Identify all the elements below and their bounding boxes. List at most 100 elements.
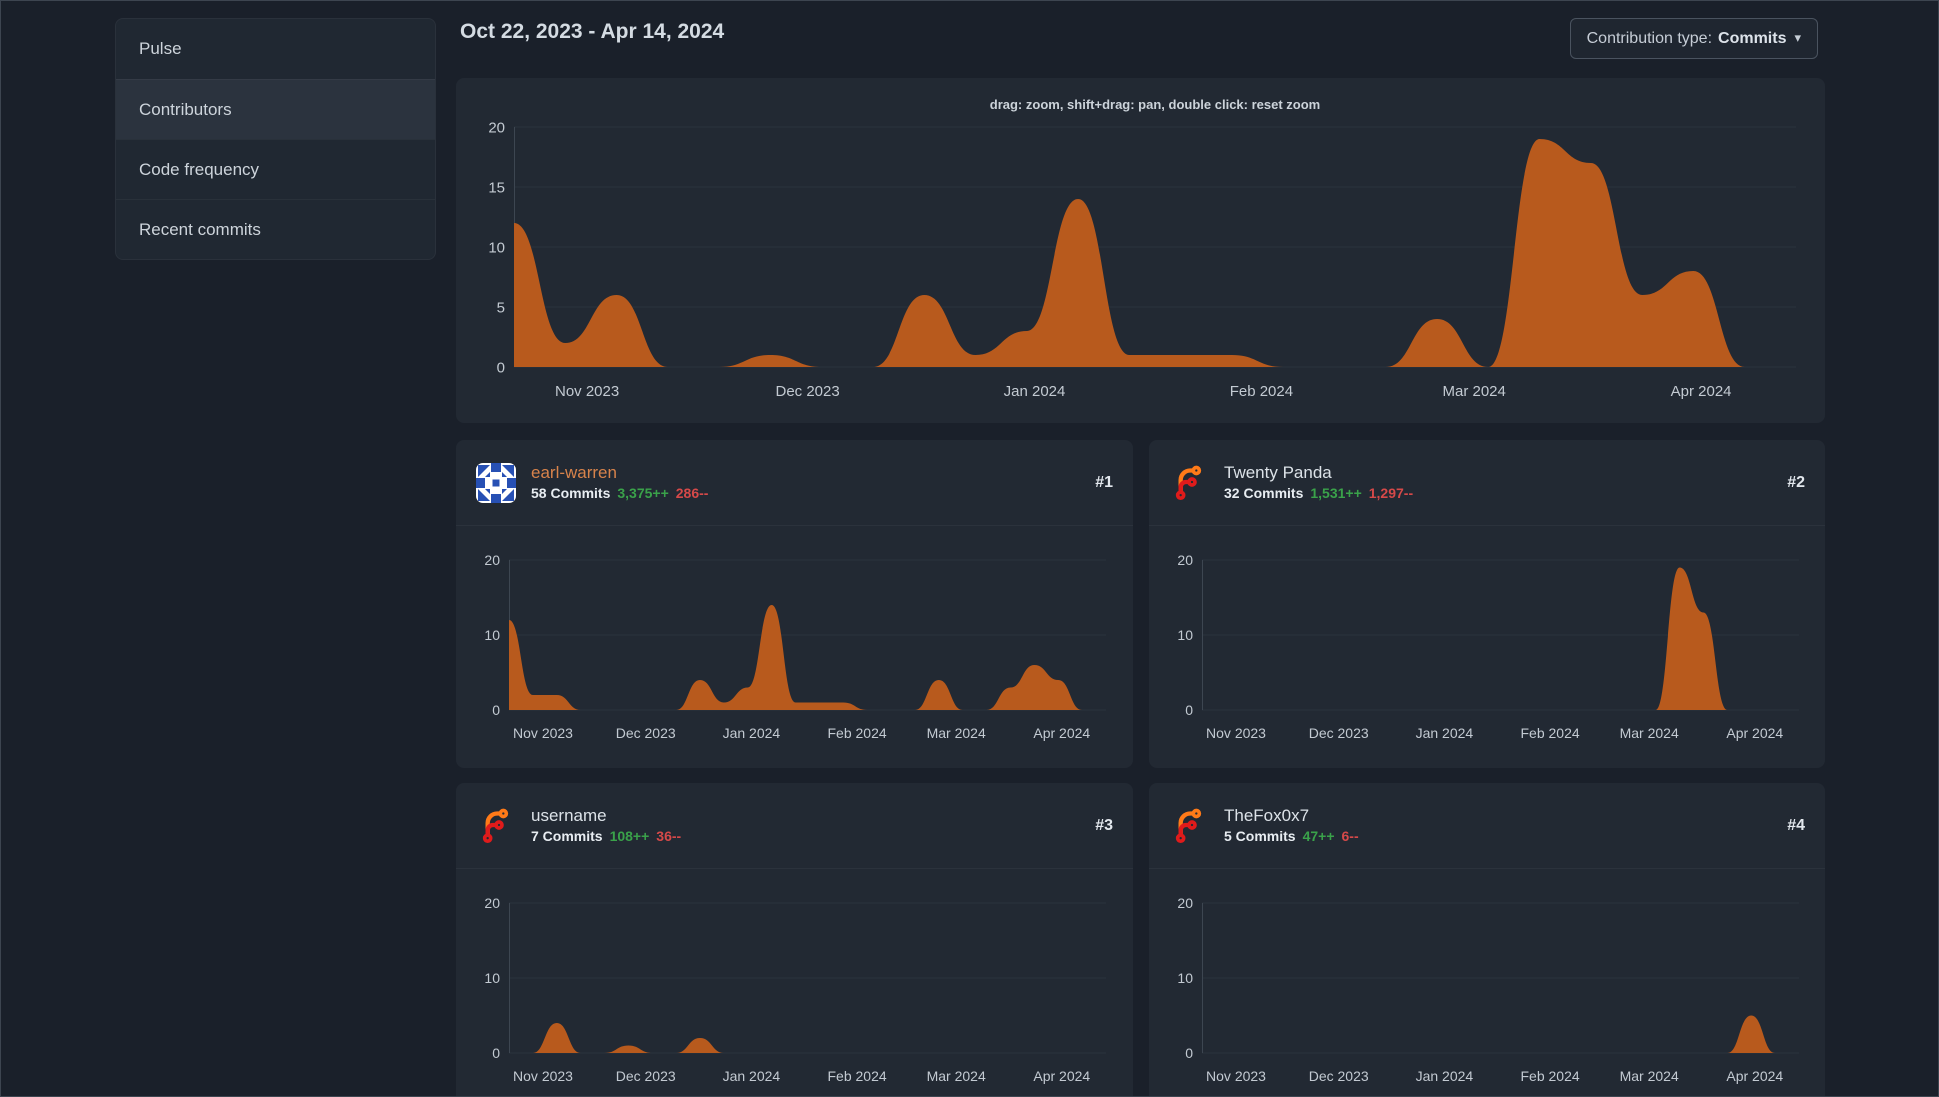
- svg-text:20: 20: [484, 552, 500, 568]
- forgejo-logo-icon: [482, 808, 509, 843]
- contributor-activity-chart[interactable]: 0 10 20 Nov 2023 Dec 2023 Jan 2024 Feb 2024 Mar…: [1149, 526, 1825, 768]
- contributor-activity-chart[interactable]: 0 10 20 Nov 2023 Dec 2023 Jan 2024 Feb 2024 Mar…: [456, 526, 1133, 768]
- commit-count: 5 Commits: [1224, 828, 1296, 845]
- contributor-card: earl-warren 58 Commits 3,375++ 286-- #1 …: [456, 440, 1133, 768]
- contributor-card: TheFox0x7 5 Commits 47++ 6-- #4 0 10 20 Nov…: [1149, 783, 1825, 1097]
- svg-text:Dec 2023: Dec 2023: [616, 725, 676, 741]
- svg-text:Mar 2024: Mar 2024: [1620, 725, 1679, 741]
- sidebar-item-pulse[interactable]: Pulse: [116, 19, 435, 79]
- contributor-avatar: [1169, 463, 1209, 503]
- svg-text:20: 20: [488, 119, 505, 136]
- contributor-rank: #1: [1095, 473, 1113, 491]
- svg-text:Nov 2023: Nov 2023: [555, 383, 619, 400]
- sidebar-item-recent-commits[interactable]: Recent commits: [116, 199, 435, 259]
- contributor-rank: #3: [1095, 816, 1113, 834]
- svg-text:Mar 2024: Mar 2024: [1443, 383, 1506, 400]
- svg-text:20: 20: [1177, 552, 1193, 568]
- contributor-avatar: [476, 462, 516, 503]
- date-range-title: Oct 22, 2023 - Apr 14, 2024: [460, 20, 725, 43]
- contributor-card: username 7 Commits 108++ 36-- #3 0 10 20 No…: [456, 783, 1133, 1097]
- svg-text:Feb 2024: Feb 2024: [1230, 383, 1293, 400]
- contributor-card-header: username 7 Commits 108++ 36-- #3: [456, 783, 1133, 869]
- svg-text:Jan 2024: Jan 2024: [1416, 725, 1474, 741]
- identicon-image: [476, 462, 516, 503]
- contributor-name: Twenty Panda: [1224, 462, 1332, 482]
- sidebar-item-label: Contributors: [139, 99, 232, 119]
- contributor-identity: earl-warren 58 Commits 3,375++ 286--: [531, 463, 708, 501]
- svg-text:0: 0: [497, 359, 505, 376]
- contributor-cards-grid: earl-warren 58 Commits 3,375++ 286-- #1 …: [456, 440, 1825, 1097]
- svg-text:Dec 2023: Dec 2023: [1309, 725, 1369, 741]
- contributor-activity-chart[interactable]: 0 10 20 Nov 2023 Dec 2023 Jan 2024 Feb 2024 Mar…: [456, 869, 1133, 1097]
- additions-count: 3,375++: [617, 485, 669, 502]
- svg-text:10: 10: [484, 627, 500, 643]
- svg-text:Apr 2024: Apr 2024: [1726, 725, 1783, 741]
- contributor-identity: Twenty Panda 32 Commits 1,531++ 1,297--: [1224, 462, 1413, 501]
- svg-text:Jan 2024: Jan 2024: [1416, 1068, 1474, 1084]
- svg-text:20: 20: [484, 895, 500, 911]
- sidebar-item-code-frequency[interactable]: Code frequency: [116, 139, 435, 199]
- deletions-count: 36--: [656, 828, 682, 845]
- svg-text:Apr 2024: Apr 2024: [1033, 1068, 1090, 1084]
- svg-text:Dec 2023: Dec 2023: [775, 383, 839, 400]
- svg-text:20: 20: [1177, 895, 1193, 911]
- additions-count: 108++: [609, 828, 650, 845]
- sidebar-item-label: Code frequency: [139, 159, 260, 179]
- contribution-type-value: Commits: [1718, 29, 1787, 47]
- svg-text:Apr 2024: Apr 2024: [1033, 725, 1090, 741]
- commit-count: 7 Commits: [531, 828, 603, 845]
- commit-count: 32 Commits: [1224, 485, 1304, 502]
- svg-text:Nov 2023: Nov 2023: [513, 725, 573, 741]
- repo-activity-sidebar: Pulse Contributors Code frequency Recent…: [115, 18, 436, 260]
- svg-text:15: 15: [488, 179, 505, 196]
- svg-text:Nov 2023: Nov 2023: [1206, 1068, 1266, 1084]
- svg-text:0: 0: [1185, 702, 1193, 718]
- svg-text:0: 0: [1185, 1045, 1193, 1061]
- svg-text:Mar 2024: Mar 2024: [1620, 1068, 1679, 1084]
- deletions-count: 1,297--: [1368, 485, 1414, 502]
- contributor-avatar: [476, 806, 516, 846]
- contributor-rank: #2: [1787, 473, 1805, 491]
- deletions-count: 6--: [1341, 828, 1359, 845]
- contributor-card-header: TheFox0x7 5 Commits 47++ 6-- #4: [1149, 783, 1825, 869]
- contributor-stats: 58 Commits 3,375++ 286--: [531, 485, 708, 501]
- contributor-name: TheFox0x7: [1224, 805, 1310, 825]
- svg-text:10: 10: [484, 970, 500, 986]
- additions-count: 47++: [1302, 828, 1335, 845]
- svg-text:10: 10: [1177, 627, 1193, 643]
- svg-text:Nov 2023: Nov 2023: [513, 1068, 573, 1084]
- svg-text:drag: zoom, shift+drag: pan, d: drag: zoom, shift+drag: pan, double clic…: [990, 97, 1320, 112]
- contribution-type-dropdown[interactable]: Contribution type: Commits ▾: [1569, 18, 1818, 59]
- svg-text:5: 5: [497, 299, 505, 316]
- svg-text:Feb 2024: Feb 2024: [828, 725, 887, 741]
- deletions-count: 286--: [675, 485, 709, 502]
- overall-activity-chart[interactable]: 0 5 10 15 20 Nov 2023 Dec 2023 Jan 2024 Feb 2024…: [456, 78, 1825, 423]
- contributor-activity-chart[interactable]: 0 10 20 Nov 2023 Dec 2023 Jan 2024 Feb 2024 Mar…: [1149, 869, 1825, 1097]
- contributor-card-header: earl-warren 58 Commits 3,375++ 286-- #1: [456, 440, 1133, 526]
- svg-text:Apr 2024: Apr 2024: [1671, 383, 1732, 400]
- forgejo-logo-icon: [1175, 808, 1202, 843]
- contributor-name-link[interactable]: earl-warren: [531, 463, 708, 483]
- svg-text:Nov 2023: Nov 2023: [1206, 725, 1266, 741]
- contributor-card: Twenty Panda 32 Commits 1,531++ 1,297-- …: [1149, 440, 1825, 768]
- contributors-page: Pulse Contributors Code frequency Recent…: [0, 0, 1939, 1097]
- overall-activity-panel: 0 5 10 15 20 Nov 2023 Dec 2023 Jan 2024 Feb 2024…: [456, 78, 1825, 423]
- svg-text:Mar 2024: Mar 2024: [927, 725, 986, 741]
- svg-text:Feb 2024: Feb 2024: [1521, 1068, 1580, 1084]
- chevron-down-icon: ▾: [1794, 29, 1801, 45]
- svg-text:10: 10: [1177, 970, 1193, 986]
- commit-count: 58 Commits: [531, 485, 611, 502]
- contributor-stats: 7 Commits 108++ 36--: [531, 828, 681, 844]
- contributor-identity: username 7 Commits 108++ 36--: [531, 805, 681, 844]
- contributor-card-header: Twenty Panda 32 Commits 1,531++ 1,297-- …: [1149, 440, 1825, 526]
- contributor-rank: #4: [1787, 816, 1805, 834]
- forgejo-logo-icon: [1175, 465, 1202, 500]
- svg-text:Jan 2024: Jan 2024: [1004, 383, 1066, 400]
- svg-text:Feb 2024: Feb 2024: [828, 1068, 887, 1084]
- contributor-name: username: [531, 805, 607, 825]
- svg-text:Jan 2024: Jan 2024: [723, 725, 781, 741]
- sidebar-item-contributors[interactable]: Contributors: [116, 79, 435, 139]
- svg-text:Dec 2023: Dec 2023: [1309, 1068, 1369, 1084]
- svg-text:Dec 2023: Dec 2023: [616, 1068, 676, 1084]
- contributor-stats: 32 Commits 1,531++ 1,297--: [1224, 485, 1413, 501]
